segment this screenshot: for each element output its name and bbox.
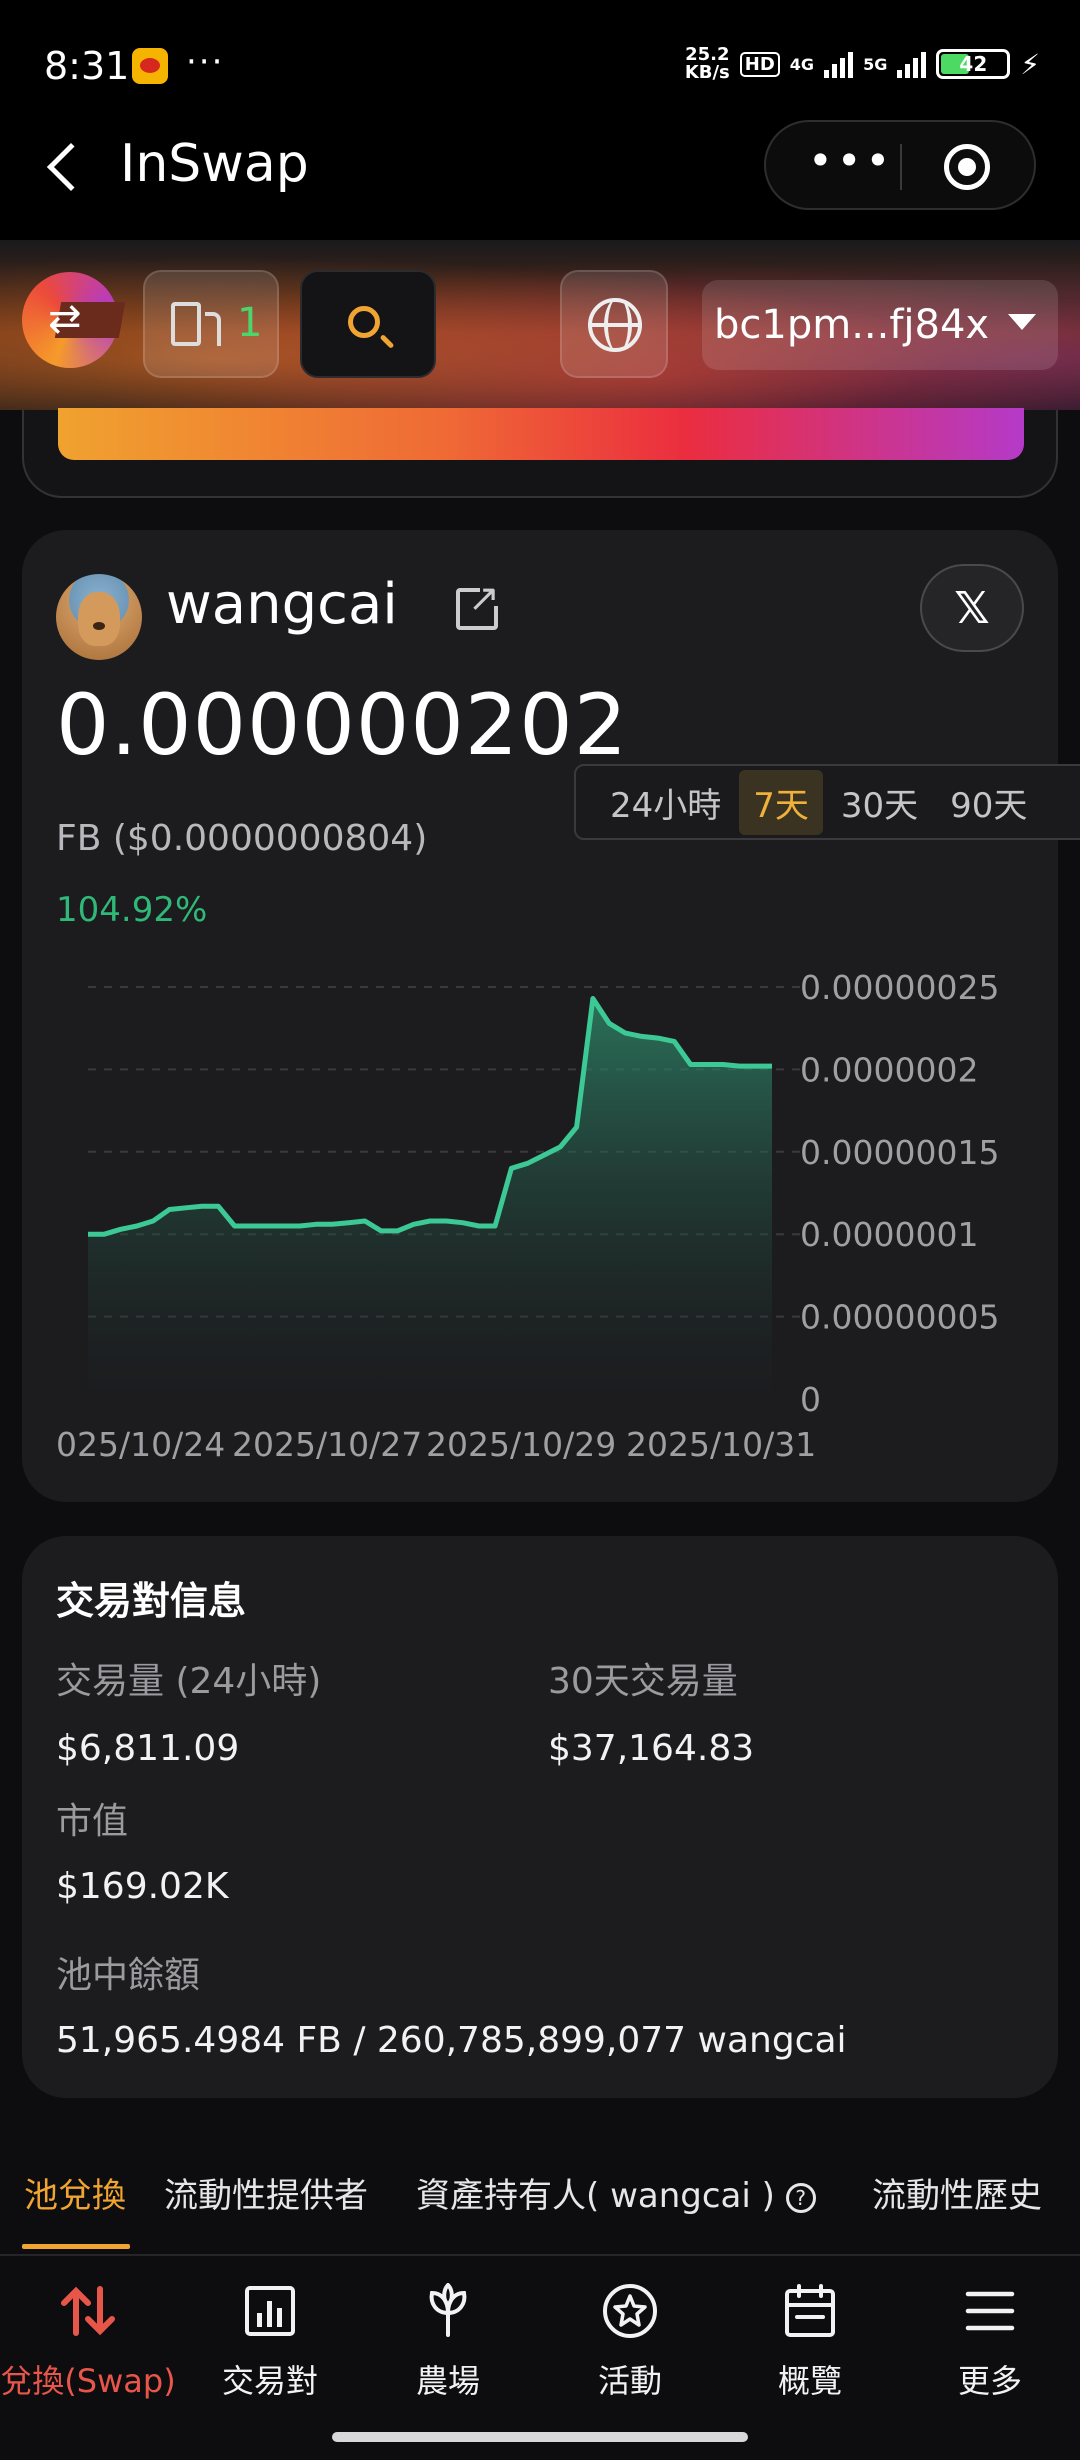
language-button[interactable] bbox=[560, 270, 668, 378]
battery-icon: 42 bbox=[936, 49, 1011, 79]
status-time: 8:31 bbox=[44, 44, 130, 88]
gas-count: 1 bbox=[237, 300, 263, 346]
nav-pairs-label: 交易對 bbox=[221, 2362, 318, 2400]
nav-farm-label: 農場 bbox=[415, 2362, 480, 2400]
bar-chart-icon bbox=[180, 2280, 360, 2342]
range-tab-30d[interactable]: 30天 bbox=[827, 770, 932, 835]
token-name: wangcai bbox=[166, 572, 398, 637]
tab-asset-holders[interactable]: 資產持有人( wangcai ) ? bbox=[416, 2168, 816, 2217]
signal-bars-icon bbox=[897, 50, 927, 78]
tab-asset-holders-label: 資產持有人( wangcai ) bbox=[416, 2176, 775, 2216]
network-speed-unit: KB/s bbox=[684, 62, 730, 83]
nav-swap-label: 兌換(Swap) bbox=[0, 2362, 176, 2400]
market-cap-value: $169.02K bbox=[56, 1866, 229, 1907]
home-indicator bbox=[332, 2432, 748, 2442]
sprout-icon bbox=[358, 2280, 538, 2342]
volume-24h-value: $6,811.09 bbox=[56, 1728, 240, 1769]
close-miniprogram-icon[interactable] bbox=[944, 144, 990, 190]
price-change: 104.92% bbox=[56, 890, 208, 930]
status-indicators: 25.2 KB/s HD 4G 5G 42 ⚡ bbox=[685, 46, 1040, 82]
swap-card-bottom bbox=[22, 408, 1058, 498]
weibo-notification-icon bbox=[132, 48, 168, 84]
inswap-logo[interactable] bbox=[22, 272, 118, 368]
menu-icon bbox=[900, 2280, 1080, 2342]
nav-events-label: 活動 bbox=[597, 2362, 662, 2400]
more-notifications-icon: ··· bbox=[186, 42, 225, 82]
market-cap-label: 市值 bbox=[56, 1801, 129, 1842]
nav-overview-label: 概覽 bbox=[777, 2362, 842, 2400]
tab-pool-swap[interactable]: 池兌換 bbox=[24, 2168, 126, 2217]
nav-events[interactable]: 活動 bbox=[540, 2280, 720, 2420]
volume-30d-label: 30天交易量 bbox=[548, 1661, 738, 1702]
nav-overview[interactable]: 概覽 bbox=[720, 2280, 900, 2420]
x-tick-label: 2025/10/31 bbox=[626, 1425, 816, 1464]
calendar-icon bbox=[720, 2280, 900, 2342]
price-area bbox=[88, 998, 772, 1399]
chevron-down-icon bbox=[1008, 314, 1036, 330]
charging-icon: ⚡ bbox=[1020, 47, 1040, 81]
range-tab-7d[interactable]: 7天 bbox=[739, 769, 823, 835]
x-tick-label: 2025/10/27 bbox=[232, 1425, 422, 1464]
battery-level: 42 bbox=[959, 52, 988, 76]
external-link-icon[interactable] bbox=[456, 576, 502, 630]
x-tick-label: 025/10/24 bbox=[56, 1425, 225, 1464]
miniprogram-capsule: ••• bbox=[764, 120, 1036, 210]
nav-farm[interactable]: 農場 bbox=[358, 2280, 538, 2420]
nav-more[interactable]: 更多 bbox=[900, 2280, 1080, 2420]
capsule-divider bbox=[900, 144, 902, 190]
active-tab-indicator bbox=[22, 2244, 130, 2249]
help-icon[interactable]: ? bbox=[785, 2182, 816, 2213]
signal-bars-icon bbox=[824, 50, 854, 78]
app-title: InSwap bbox=[120, 134, 309, 194]
price-chart: 0.00000025 0.0000002 0.00000015 0.0000001 0.… bbox=[56, 968, 999, 1464]
range-tab-90d[interactable]: 90天 bbox=[936, 770, 1041, 835]
signal-4g-label: 4G bbox=[789, 54, 815, 74]
star-badge-icon bbox=[540, 2280, 720, 2342]
token-price: 0.000000202 bbox=[56, 676, 629, 774]
tab-liquidity-history[interactable]: 流動性歷史 bbox=[872, 2168, 1042, 2217]
hd-icon: HD bbox=[739, 51, 780, 77]
x-social-button[interactable]: 𝕏 bbox=[920, 564, 1024, 652]
y-tick-label: 0.00000015 bbox=[800, 1133, 999, 1172]
pool-balance-value: 51,965.4984 FB / 260,785,899,077 wangcai bbox=[56, 2020, 847, 2061]
nav-more-label: 更多 bbox=[957, 2362, 1022, 2400]
tab-liquidity-providers[interactable]: 流動性提供者 bbox=[164, 2168, 368, 2217]
token-price-usd: FB ($0.0000000804) bbox=[56, 818, 428, 859]
globe-icon bbox=[588, 298, 642, 352]
signal-5g-label: 5G bbox=[863, 54, 888, 74]
swap-arrows-icon bbox=[0, 2280, 178, 2342]
y-tick-label: 0.00000025 bbox=[800, 968, 999, 1007]
y-tick-label: 0.00000005 bbox=[800, 1298, 999, 1337]
network-speed: 25.2 KB/s bbox=[685, 46, 730, 82]
token-avatar bbox=[56, 574, 142, 660]
search-icon bbox=[348, 306, 380, 338]
pool-balance-label: 池中餘額 bbox=[56, 1955, 201, 1996]
y-tick-label: 0.0000002 bbox=[800, 1050, 978, 1089]
swap-action-button[interactable] bbox=[58, 408, 1024, 460]
volume-30d-value: $37,164.83 bbox=[548, 1728, 755, 1769]
search-button[interactable] bbox=[300, 270, 436, 378]
time-range-tabs: 24小時 7天 30天 90天 bbox=[574, 764, 1080, 840]
y-tick-label: 0.0000001 bbox=[800, 1215, 978, 1254]
wallet-address-button[interactable]: bc1pm...fj84x bbox=[702, 280, 1058, 370]
pair-info-title: 交易對信息 bbox=[56, 1579, 247, 1623]
volume-24h-label: 交易量 (24小時) bbox=[56, 1661, 322, 1702]
more-options-icon[interactable]: ••• bbox=[808, 136, 894, 185]
nav-swap[interactable]: 兌換(Swap) bbox=[0, 2280, 178, 2420]
y-tick-label: 0 bbox=[800, 1380, 821, 1419]
range-tab-24h[interactable]: 24小時 bbox=[596, 770, 735, 835]
x-tick-label: 2025/10/29 bbox=[426, 1425, 616, 1464]
gas-fee-button[interactable]: 1 bbox=[143, 270, 279, 378]
wallet-address: bc1pm...fj84x bbox=[714, 302, 990, 348]
nav-pairs[interactable]: 交易對 bbox=[180, 2280, 360, 2420]
gas-pump-icon bbox=[171, 302, 221, 346]
